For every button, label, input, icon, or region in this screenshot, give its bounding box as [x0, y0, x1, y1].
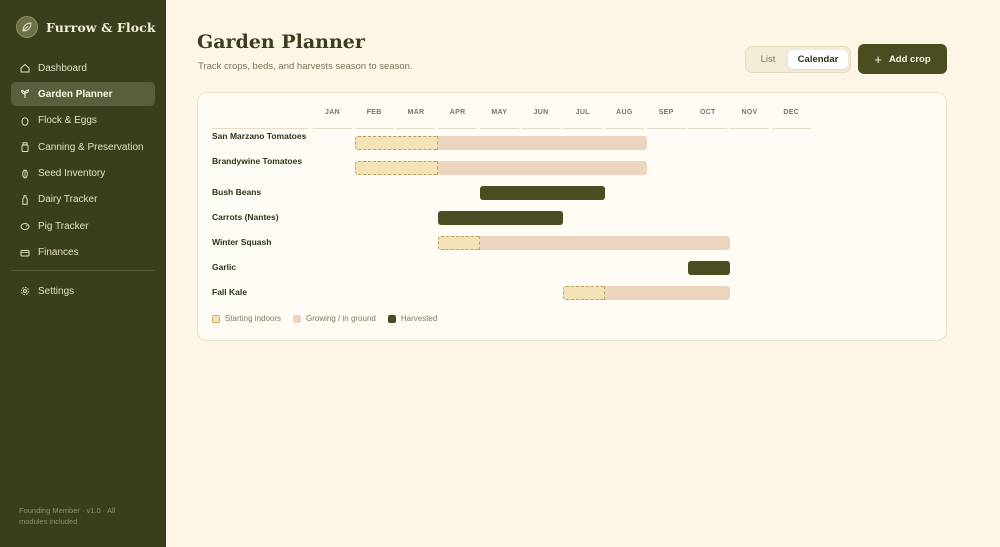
- sidebar-item-dashboard[interactable]: Dashboard: [11, 56, 155, 80]
- egg-icon: [20, 116, 30, 126]
- month-header-nov: NOV: [730, 107, 769, 129]
- crop-bar-growing[interactable]: [479, 236, 730, 250]
- crop-name: Fall Kale: [212, 287, 247, 297]
- month-header-sep: SEP: [646, 107, 686, 129]
- crop-name: San Marzano Tomatoes: [212, 131, 307, 141]
- legend-label: Starting indoors: [225, 314, 282, 323]
- legend-label: Growing / in ground: [306, 314, 376, 323]
- legend-item-harvested: Harvested: [387, 314, 438, 323]
- wallet-icon: [20, 248, 30, 258]
- crop-bar-harvested[interactable]: [438, 211, 564, 225]
- sidebar-item-label: Flock & Eggs: [38, 115, 97, 127]
- calendar-view-button[interactable]: Calendar: [788, 50, 848, 69]
- plus-icon: +: [874, 51, 882, 67]
- crop-bar-growing[interactable]: [438, 136, 647, 150]
- month-header-jul: JUL: [563, 107, 603, 129]
- milk-bottle-icon: [20, 195, 30, 205]
- jar-icon: [20, 142, 30, 153]
- legend-item-starting: Starting indoors: [212, 314, 281, 323]
- sidebar-item-label: Dashboard: [38, 62, 87, 74]
- sidebar: Furrow & Flock Dashboard Garden Planner …: [0, 0, 166, 547]
- sidebar-divider: [11, 270, 155, 271]
- crop-name: Garlic: [212, 262, 237, 272]
- sidebar-item-flock-eggs[interactable]: Flock & Eggs: [11, 109, 155, 133]
- month-header-dec: DEC: [771, 107, 811, 129]
- sidebar-item-canning[interactable]: Canning & Preservation: [11, 135, 155, 159]
- month-header-jun: JUN: [521, 107, 561, 129]
- sidebar-item-garden-planner[interactable]: Garden Planner: [11, 82, 155, 107]
- page-title: Garden Planner: [197, 31, 365, 53]
- legend-item-growing: Growing / in ground: [293, 314, 376, 323]
- legend-swatch-growing: [293, 314, 302, 323]
- leaf-logo-icon: [16, 16, 38, 38]
- crop-bar-growing[interactable]: [438, 161, 647, 175]
- crop-name: Bush Beans: [212, 187, 262, 197]
- crop-bar-harvested[interactable]: [479, 186, 605, 200]
- sidebar-item-label: Canning & Preservation: [38, 141, 144, 153]
- crop-name: Winter Squash: [212, 237, 272, 247]
- brand[interactable]: Furrow & Flock: [16, 16, 156, 38]
- month-header-jan: JAN: [313, 107, 352, 129]
- view-toggle: List Calendar: [745, 46, 851, 73]
- crop-bar-starting[interactable]: [354, 136, 439, 150]
- legend-label: Harvested: [400, 314, 438, 323]
- legend: Starting indoors Growing / in ground Har…: [212, 314, 449, 323]
- crop-bar-starting[interactable]: [438, 236, 480, 250]
- month-header-apr: APR: [438, 107, 478, 129]
- crop-name-header-line: [212, 128, 309, 129]
- sidebar-item-dairy-tracker[interactable]: Dairy Tracker: [11, 188, 155, 212]
- month-header-aug: AUG: [604, 107, 644, 129]
- sidebar-item-label: Garden Planner: [38, 88, 113, 100]
- sidebar-item-finances[interactable]: Finances: [11, 241, 155, 265]
- sidebar-item-label: Settings: [38, 285, 75, 297]
- sidebar-nav: Dashboard Garden Planner Flock & Eggs Ca…: [11, 56, 155, 267]
- sidebar-item-label: Finances: [38, 247, 79, 259]
- sidebar-item-label: Seed Inventory: [38, 168, 106, 180]
- month-header-oct: OCT: [688, 107, 728, 129]
- month-header-mar: MAR: [396, 107, 436, 129]
- crop-bar-harvested[interactable]: [688, 261, 730, 275]
- sprout-icon: [20, 89, 30, 99]
- month-header-row: JAN FEB MAR APR MAY JUN JUL AUG SEP OCT NOV DEC: [313, 107, 813, 129]
- gear-icon: [20, 286, 30, 296]
- page-subtitle: Track crops, beds, and harvests season t…: [198, 61, 413, 72]
- sidebar-item-label: Pig Tracker: [38, 220, 89, 232]
- app-name: Furrow & Flock: [46, 19, 156, 35]
- crop-bar-starting[interactable]: [563, 286, 605, 300]
- sidebar-item-seed-inventory[interactable]: Seed Inventory: [11, 162, 155, 186]
- seed-icon: [20, 169, 30, 179]
- legend-swatch-harvested: [387, 314, 396, 323]
- sidebar-item-pig-tracker[interactable]: Pig Tracker: [11, 214, 155, 238]
- home-icon: [20, 63, 30, 73]
- sidebar-item-settings[interactable]: Settings: [11, 279, 155, 303]
- planner-calendar-card: JAN FEB MAR APR MAY JUN JUL AUG SEP OCT NOV DEC San…: [197, 92, 947, 341]
- month-header-feb: FEB: [354, 107, 394, 129]
- legend-swatch-starting: [212, 314, 220, 323]
- crop-name: Carrots (Nantes): [212, 212, 279, 222]
- pig-icon: [20, 221, 30, 231]
- list-view-button[interactable]: List: [750, 50, 786, 69]
- sidebar-footer-note: Founding Member · v1.0 · All modules inc…: [19, 506, 116, 526]
- add-crop-label: Add crop: [888, 53, 931, 65]
- month-header-may: MAY: [479, 107, 519, 129]
- crop-name: Brandywine Tomatoes: [212, 156, 303, 166]
- sidebar-item-label: Dairy Tracker: [38, 194, 98, 206]
- crop-bar-starting[interactable]: [354, 161, 439, 175]
- crop-bar-growing[interactable]: [604, 286, 730, 300]
- add-crop-button[interactable]: + Add crop: [858, 44, 947, 74]
